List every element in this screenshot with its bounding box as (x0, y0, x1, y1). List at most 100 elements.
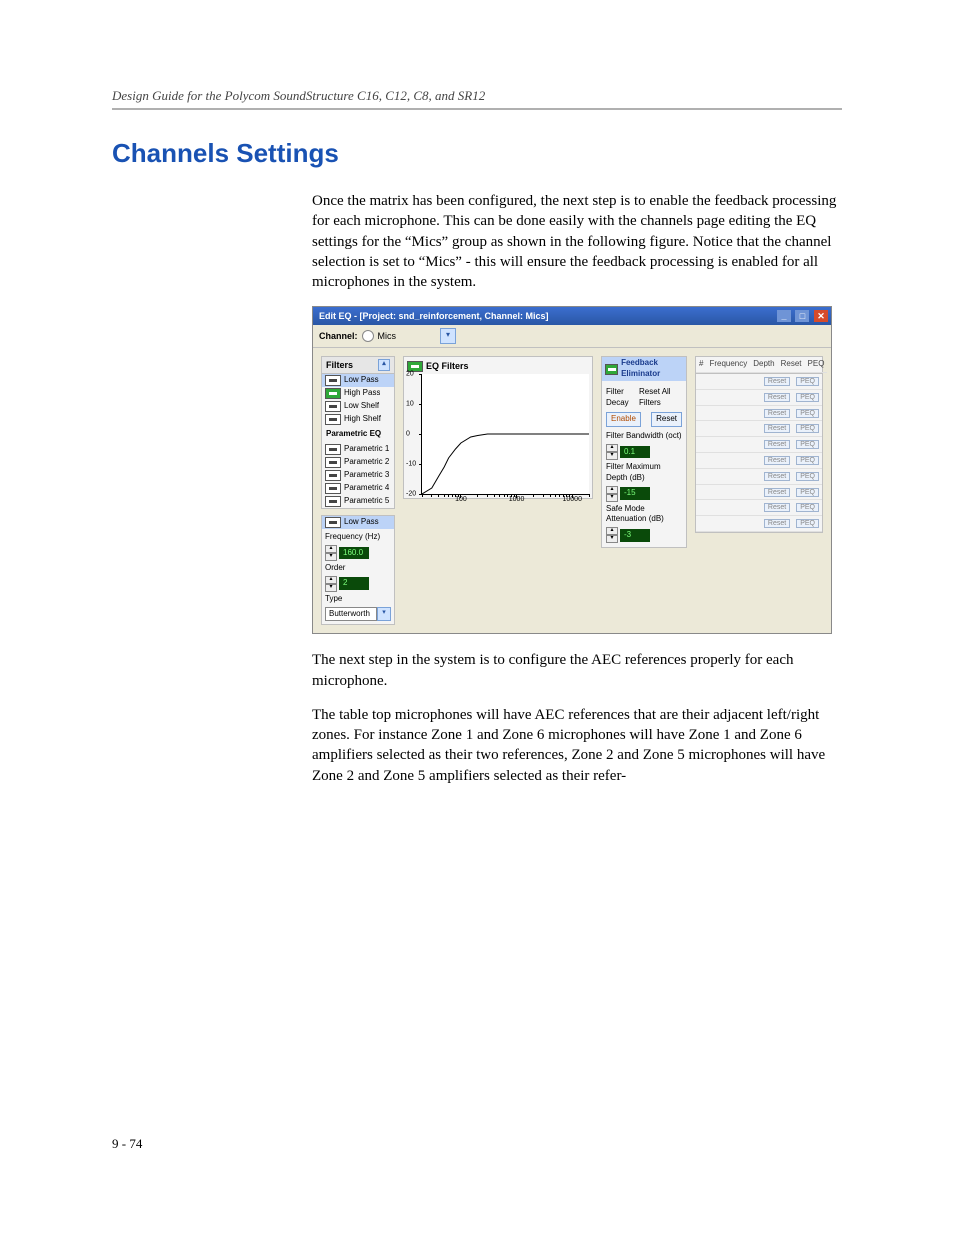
order-up-icon[interactable]: ▴ (325, 576, 337, 584)
minimize-icon[interactable]: _ (777, 310, 791, 322)
peq-item[interactable]: Parametric 2 (322, 456, 394, 469)
row-peq-button[interactable]: PEQ (796, 456, 819, 465)
row-reset-button[interactable]: Reset (764, 377, 790, 386)
channel-label: Channel: (319, 330, 358, 342)
order-down-icon[interactable]: ▾ (325, 584, 337, 592)
feedback-title: Feedback Eliminator (621, 358, 683, 380)
feedback-filter-table: # Frequency Depth Reset PEQ ResetPEQRese… (695, 356, 823, 533)
header-rule (112, 108, 842, 110)
filter-item[interactable]: High Shelf (322, 413, 394, 426)
filter-decay-enable-button[interactable]: Enable (606, 412, 641, 427)
row-peq-button[interactable]: PEQ (796, 519, 819, 528)
row-peq-button[interactable]: PEQ (796, 488, 819, 497)
row-reset-button[interactable]: Reset (764, 503, 790, 512)
order-value[interactable]: 2 (339, 577, 369, 590)
col-reset: Reset (778, 357, 805, 373)
window-titlebar[interactable]: Edit EQ - [Project: snd_reinforcement, C… (313, 307, 831, 325)
row-peq-button[interactable]: PEQ (796, 424, 819, 433)
maximize-icon[interactable]: □ (795, 310, 809, 322)
page-number: 9 - 74 (112, 1136, 842, 1152)
freq-down-icon[interactable]: ▾ (325, 553, 337, 561)
peq-item[interactable]: Parametric 4 (322, 482, 394, 495)
bandwidth-label: Filter Bandwidth (oct) (606, 431, 682, 442)
peq-label: Parametric 3 (344, 470, 389, 481)
lowpass-panel: Low Pass Frequency (Hz) ▴ ▾ 160.0 Order (321, 515, 395, 625)
row-reset-button[interactable]: Reset (764, 409, 790, 418)
bandwidth-value[interactable]: 0.1 (620, 446, 650, 459)
freq-label: Frequency (Hz) (325, 532, 391, 543)
body-paragraph: The table top microphones will have AEC … (312, 705, 842, 786)
body-paragraph: The next step in the system is to config… (312, 650, 842, 691)
safemode-value[interactable]: -3 (620, 529, 650, 542)
peq-toggle[interactable] (325, 470, 341, 481)
type-dropdown-icon[interactable]: ▾ (377, 607, 391, 621)
peq-item[interactable]: Parametric 3 (322, 469, 394, 482)
row-peq-button[interactable]: PEQ (796, 393, 819, 402)
filter-label: Low Pass (344, 375, 379, 386)
peq-toggle[interactable] (325, 483, 341, 494)
maxdepth-value[interactable]: -15 (620, 487, 650, 500)
table-row: Reset PEQ (696, 485, 822, 501)
safemode-down-icon[interactable]: ▾ (606, 535, 618, 543)
table-row: Reset PEQ (696, 406, 822, 422)
type-value[interactable]: Butterworth (325, 607, 377, 622)
eq-graph: 20100-10-20100100010000 (421, 374, 589, 495)
freq-value[interactable]: 160.0 (339, 547, 369, 560)
row-reset-button[interactable]: Reset (764, 424, 790, 433)
y-tick-label: 0 (406, 430, 410, 439)
peq-toggle[interactable] (325, 444, 341, 455)
filter-toggle[interactable] (325, 375, 341, 386)
reset-all-filters-label: Reset All Filters (639, 387, 682, 409)
order-label: Order (325, 563, 391, 574)
lowpass-toggle[interactable] (325, 517, 341, 528)
filter-toggle[interactable] (325, 388, 341, 399)
filter-item[interactable]: High Pass (322, 387, 394, 400)
body-paragraph: Once the matrix has been configured, the… (312, 191, 842, 292)
row-peq-button[interactable]: PEQ (796, 472, 819, 481)
maxdepth-down-icon[interactable]: ▾ (606, 494, 618, 502)
row-reset-button[interactable]: Reset (764, 393, 790, 402)
y-tick-label: 20 (406, 370, 414, 379)
peq-label: Parametric 4 (344, 483, 389, 494)
y-tick-label: -10 (406, 460, 416, 469)
col-peq: PEQ (805, 357, 828, 373)
peq-item[interactable]: Parametric 1 (322, 443, 394, 456)
row-reset-button[interactable]: Reset (764, 456, 790, 465)
filter-toggle[interactable] (325, 401, 341, 412)
peq-toggle[interactable] (325, 496, 341, 507)
type-label: Type (325, 594, 391, 605)
peq-item[interactable]: Parametric 5 (322, 495, 394, 508)
row-reset-button[interactable]: Reset (764, 472, 790, 481)
freq-up-icon[interactable]: ▴ (325, 545, 337, 553)
safemode-up-icon[interactable]: ▴ (606, 527, 618, 535)
running-head: Design Guide for the Polycom SoundStruct… (112, 88, 842, 104)
reset-all-filters-button[interactable]: Reset (651, 412, 682, 427)
row-peq-button[interactable]: PEQ (796, 503, 819, 512)
sidebar-header-label: Filters (326, 359, 353, 371)
peq-label: Parametric 5 (344, 496, 389, 507)
eq-graph-title: EQ Filters (426, 360, 469, 372)
maxdepth-up-icon[interactable]: ▴ (606, 486, 618, 494)
feedback-toggle[interactable] (605, 364, 618, 375)
eq-curve (422, 374, 589, 494)
scroll-up-icon[interactable]: ▴ (378, 359, 390, 371)
row-peq-button[interactable]: PEQ (796, 377, 819, 386)
bandwidth-up-icon[interactable]: ▴ (606, 444, 618, 452)
row-peq-button[interactable]: PEQ (796, 440, 819, 449)
filter-toggle[interactable] (325, 414, 341, 425)
table-row: Reset PEQ (696, 374, 822, 390)
filter-label: High Shelf (344, 414, 381, 425)
row-reset-button[interactable]: Reset (764, 440, 790, 449)
close-icon[interactable]: ✕ (814, 310, 828, 322)
bandwidth-down-icon[interactable]: ▾ (606, 452, 618, 460)
filter-item[interactable]: Low Pass (322, 374, 394, 387)
maxdepth-label: Filter Maximum Depth (dB) (606, 462, 682, 484)
table-row: Reset PEQ (696, 453, 822, 469)
channel-dropdown[interactable]: ▾ (440, 328, 456, 344)
row-peq-button[interactable]: PEQ (796, 409, 819, 418)
row-reset-button[interactable]: Reset (764, 519, 790, 528)
window-title: Edit EQ - [Project: snd_reinforcement, C… (319, 310, 549, 322)
row-reset-button[interactable]: Reset (764, 488, 790, 497)
peq-toggle[interactable] (325, 457, 341, 468)
filter-item[interactable]: Low Shelf (322, 400, 394, 413)
